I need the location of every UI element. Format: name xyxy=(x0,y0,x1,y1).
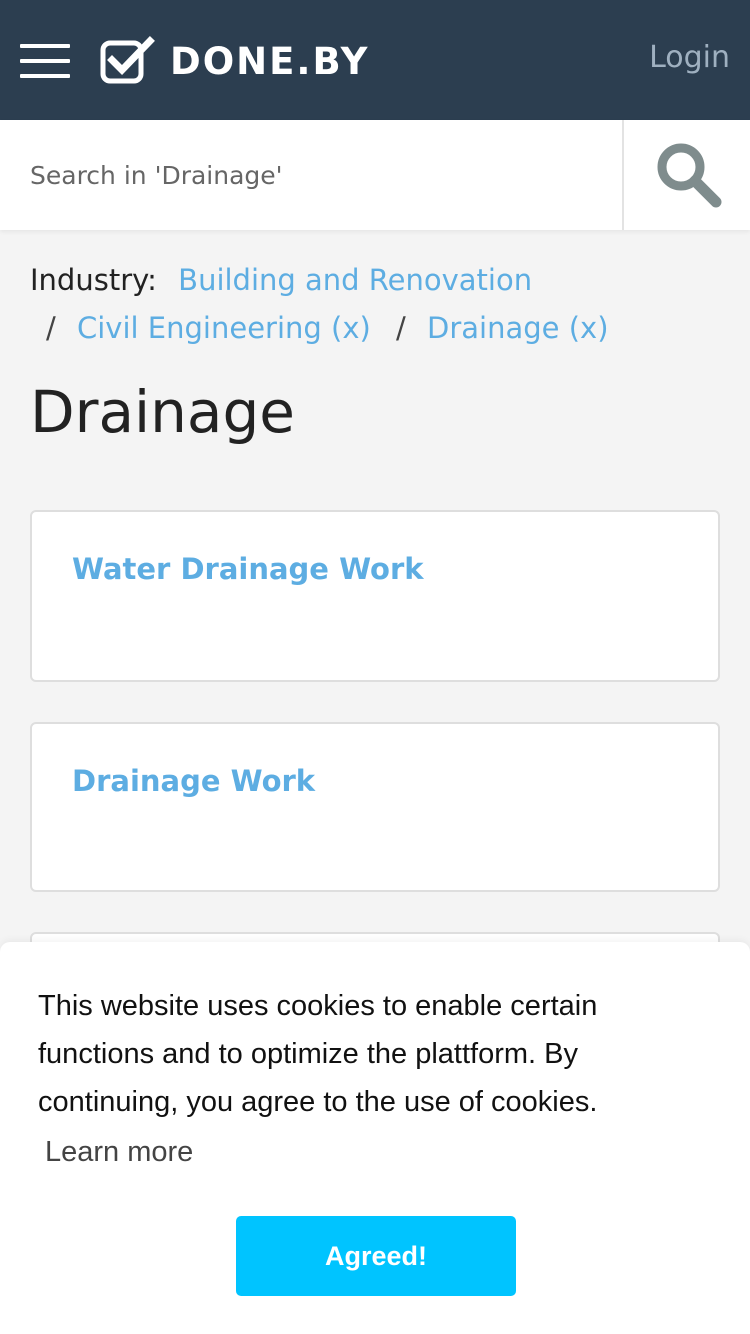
brand-logo[interactable]: DONE.BY xyxy=(100,36,369,86)
login-link[interactable]: Login xyxy=(649,40,730,75)
cookie-consent-banner: This website uses cookies to enable cert… xyxy=(0,942,750,1334)
hamburger-menu-icon[interactable] xyxy=(20,44,70,78)
breadcrumb-separator: / xyxy=(396,311,406,345)
menu-line xyxy=(20,44,70,48)
learn-more-link[interactable]: Learn more xyxy=(45,1136,193,1169)
accept-cookies-button[interactable]: Agreed! xyxy=(236,1216,516,1296)
breadcrumb-label: Industry: xyxy=(30,263,157,297)
search-input[interactable] xyxy=(0,120,622,230)
menu-line xyxy=(20,74,70,78)
brand-name: DONE.BY xyxy=(170,39,370,83)
breadcrumb-separator: / xyxy=(46,311,56,345)
category-card-title[interactable]: Drainage Work xyxy=(72,764,315,798)
breadcrumb: Industry: Building and Renovation / Civi… xyxy=(30,256,720,352)
search-bar xyxy=(0,120,750,230)
category-card[interactable]: Drainage Work xyxy=(30,722,720,892)
top-navigation-bar: DONE.BY Login xyxy=(0,0,750,120)
cookie-message: This website uses cookies to enable cert… xyxy=(38,990,598,1118)
category-card[interactable]: Water Drainage Work xyxy=(30,510,720,682)
search-icon xyxy=(657,143,722,208)
menu-line xyxy=(20,59,70,63)
breadcrumb-link-civil-engineering[interactable]: Civil Engineering (x) xyxy=(77,311,371,345)
category-card-title[interactable]: Water Drainage Work xyxy=(72,552,424,586)
page-title: Drainage xyxy=(30,378,295,446)
breadcrumb-link-drainage[interactable]: Drainage (x) xyxy=(427,311,609,345)
breadcrumb-link-building-renovation[interactable]: Building and Renovation xyxy=(178,263,532,297)
checkbox-check-icon xyxy=(100,36,155,84)
search-button[interactable] xyxy=(622,120,750,230)
